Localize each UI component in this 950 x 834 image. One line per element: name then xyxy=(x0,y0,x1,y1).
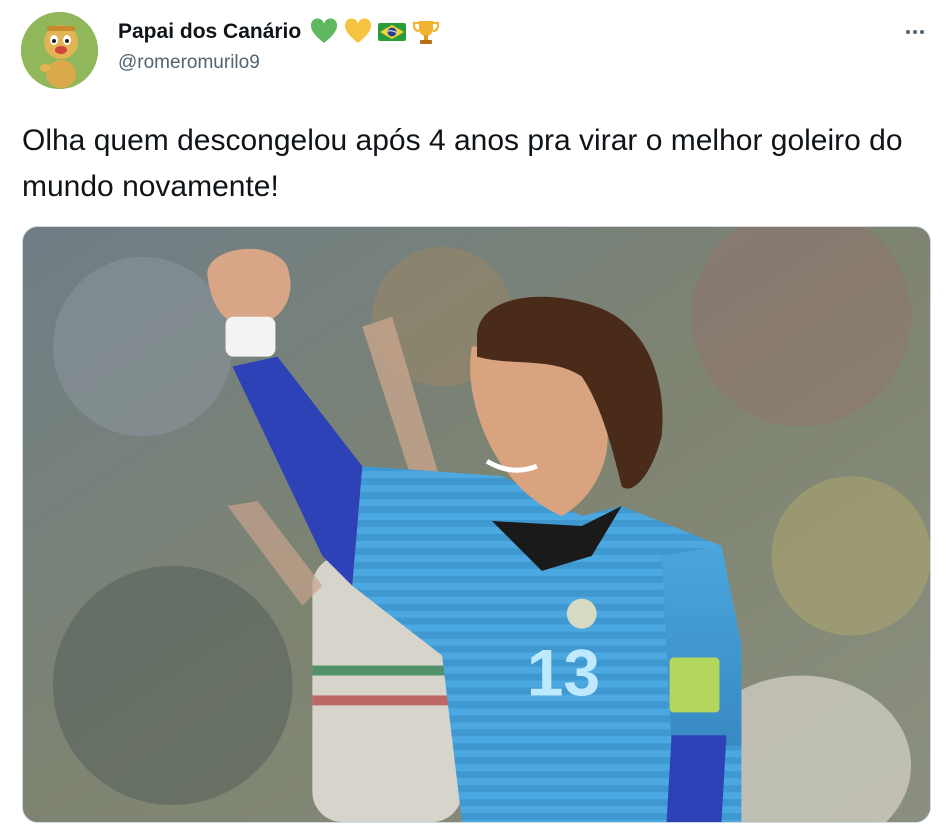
author-handle[interactable]: @romeromurilo9 xyxy=(118,52,260,74)
tweet-photo[interactable]: 13 xyxy=(22,226,931,823)
author-name-row[interactable]: Papai dos Canário xyxy=(118,17,441,47)
tweet-text: Olha quem descongelou após 4 anos pra vi… xyxy=(22,124,903,203)
more-options-icon[interactable] xyxy=(901,20,929,44)
jersey-number: 13 xyxy=(527,635,600,709)
tweet-card[interactable]: Papai dos Canário @romeromurilo9 Olha qu… xyxy=(0,0,950,834)
green-heart-icon xyxy=(309,18,339,46)
avatar[interactable] xyxy=(21,12,98,89)
author-display-name[interactable]: Papai dos Canário xyxy=(118,20,301,44)
trophy-icon xyxy=(411,18,441,46)
more-dot xyxy=(920,30,924,34)
more-dot xyxy=(906,30,910,34)
yellow-heart-icon xyxy=(343,18,373,46)
more-dot xyxy=(913,30,917,34)
brazil-flag-icon xyxy=(377,18,407,46)
